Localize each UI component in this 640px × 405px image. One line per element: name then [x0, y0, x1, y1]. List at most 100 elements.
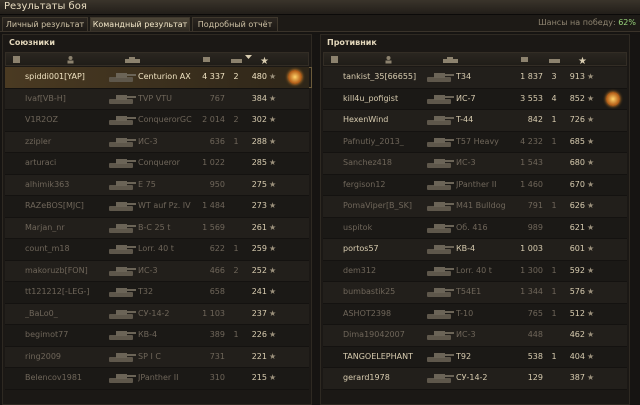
- xp-value: 680: [569, 158, 585, 167]
- player-name: makoruzb[FON]: [25, 265, 88, 275]
- xp-star-icon[interactable]: ★: [578, 55, 587, 64]
- player-row[interactable]: gerard1978 СУ-14-2 129 387 ★: [323, 368, 627, 390]
- player-row[interactable]: HexenWind T-44 842 1 726 ★: [323, 110, 627, 132]
- tank-name: T92: [456, 351, 472, 361]
- tank-icon: [427, 331, 454, 340]
- tab-team-result[interactable]: Командный результат: [90, 17, 190, 31]
- tank-icon: [427, 180, 454, 190]
- xp-value: 387: [569, 373, 585, 382]
- xp-star-icon[interactable]: ★: [260, 55, 269, 64]
- xp-value: 302: [251, 115, 267, 124]
- player-row[interactable]: Marjan_nr B-C 25 t 1 569 261 ★: [5, 217, 309, 239]
- player-row[interactable]: tt121212[-LEG-] T32 658 241 ★: [5, 282, 309, 304]
- tank-name: M41 Bulldog: [456, 201, 506, 210]
- damage-value: 1 543: [520, 158, 543, 167]
- xp-value: 592: [569, 265, 585, 275]
- kills-value: 1: [233, 136, 239, 146]
- tank-name: ИС-3: [456, 330, 476, 339]
- xp-value: 480: [251, 72, 267, 81]
- xp-star-icon: ★: [587, 93, 595, 103]
- player-name: zzipler: [25, 136, 52, 146]
- tab-detailed-report[interactable]: Подробный отчёт: [192, 17, 278, 31]
- player-row[interactable]: ASHOT2398 T-10 765 1 512 ★: [323, 303, 627, 325]
- damage-value: 4 232: [520, 136, 543, 146]
- player-row[interactable]: zzipler ИС-3 636 1 288 ★: [5, 131, 309, 153]
- player-row[interactable]: count_m18 Lorr. 40 t 622 1 259 ★: [5, 239, 309, 261]
- tank-icon: [109, 374, 136, 383]
- player-row[interactable]: makoruzb[FON] ИС-3 466 2 252 ★: [5, 260, 309, 282]
- tank-icon: [427, 266, 454, 276]
- player-row[interactable]: V1R2OZ ConquerorGC 2 014 2 302 ★: [5, 110, 309, 132]
- tank-name: СУ-14-2: [138, 308, 170, 318]
- damage-icon[interactable]: [520, 55, 529, 64]
- player-row[interactable]: RAZeBOS[MJC] WT auf Pz. IV 1 484 273 ★: [5, 196, 309, 218]
- allies-header: Союзники: [3, 35, 311, 49]
- player-row[interactable]: bumbastik25 T54E1 1 344 1 576 ★: [323, 282, 627, 304]
- tank-icon[interactable]: [124, 55, 142, 64]
- tank-icon: [109, 266, 136, 276]
- player-row[interactable]: ring2009 SP I C 731 221 ★: [5, 346, 309, 368]
- kills-icon[interactable]: [230, 55, 244, 64]
- sort-icon[interactable]: [244, 53, 253, 62]
- vehicle-type-icon[interactable]: [12, 55, 21, 64]
- player-name: V1R2OZ: [25, 115, 58, 124]
- svg-text:★: ★: [578, 56, 587, 64]
- player-row[interactable]: portos57 КВ-4 1 003 601 ★: [323, 239, 627, 261]
- tank-name: ИС-3: [138, 136, 158, 146]
- win-chance-value: 62%: [618, 18, 636, 27]
- damage-value: 658: [209, 287, 225, 296]
- player-row[interactable]: Pafnutiy_2013_ T57 Heavy 4 232 1 685 ★: [323, 131, 627, 153]
- player-row[interactable]: TANGOELEPHANT T92 538 1 404 ★: [323, 346, 627, 368]
- tank-name: Conqueror: [138, 158, 180, 167]
- tank-icon[interactable]: [442, 55, 460, 64]
- player-row[interactable]: arturaci Conqueror 1 022 285 ★: [5, 153, 309, 175]
- xp-star-icon: ★: [587, 179, 595, 189]
- xp-star-icon: ★: [269, 115, 277, 124]
- player-row[interactable]: Belencov1981 JPanther II 310 215 ★: [5, 368, 309, 390]
- player-row[interactable]: Sanchez418 ИС-3 1 543 680 ★: [323, 153, 627, 175]
- xp-value: 226: [251, 330, 267, 339]
- player-row[interactable]: dem312 Lorr. 40 t 1 300 1 592 ★: [323, 260, 627, 282]
- player-row[interactable]: PomaViper[B_SK] M41 Bulldog 791 1 626 ★: [323, 196, 627, 218]
- kills-value: 1: [551, 351, 557, 361]
- tank-name: WT auf Pz. IV: [138, 201, 191, 210]
- player-row[interactable]: tankist_35[66655] T34 1 837 3 913 ★: [323, 67, 627, 89]
- damage-value: 1 484: [202, 201, 225, 210]
- kills-icon[interactable]: [548, 55, 562, 64]
- player-row[interactable]: spiddi001[YAP] Centurion AX 4 337 2 480 ★: [5, 67, 309, 89]
- enemies-panel: Противник ★ tankist_35[66655] T34 1 837 3 91…: [320, 34, 630, 405]
- damage-value: 466: [209, 265, 225, 275]
- kills-value: 2: [233, 265, 239, 275]
- xp-star-icon: ★: [587, 222, 595, 232]
- tank-name: E 75: [138, 179, 156, 189]
- tank-name: T-10: [456, 308, 474, 318]
- win-chance-label: Шансы на победу:: [538, 18, 616, 27]
- kills-value: 1: [551, 308, 557, 318]
- player-row[interactable]: alhimik363 E 75 950 275 ★: [5, 174, 309, 196]
- xp-star-icon: ★: [269, 244, 277, 253]
- damage-value: 1 003: [520, 244, 543, 253]
- tank-icon: [427, 288, 454, 297]
- player-row[interactable]: _BaLo0_ СУ-14-2 1 103 237 ★: [5, 303, 309, 325]
- damage-value: 310: [209, 373, 225, 382]
- player-name: count_m18: [25, 244, 70, 253]
- xp-value: 621: [569, 222, 585, 232]
- player-name: tt121212[-LEG-]: [25, 287, 90, 296]
- player-row[interactable]: uspitok Об. 416 989 621 ★: [323, 217, 627, 239]
- player-icon[interactable]: [66, 55, 75, 64]
- player-row[interactable]: Ivaf[VB-H] TVP VTU 767 384 ★: [5, 88, 309, 110]
- tank-name: Centurion AX: [138, 72, 191, 81]
- player-row[interactable]: begimot77 КВ-4 389 1 226 ★: [5, 325, 309, 347]
- damage-icon[interactable]: [202, 55, 211, 64]
- xp-value: 852: [569, 93, 585, 103]
- player-row[interactable]: kill4u_pofigist ИС-7 3 553 4 852 ★: [323, 88, 627, 110]
- tab-personal-result[interactable]: Личный результат: [2, 17, 88, 31]
- xp-star-icon: ★: [269, 222, 277, 232]
- xp-value: 259: [251, 244, 267, 253]
- vehicle-type-icon[interactable]: [330, 55, 339, 64]
- player-row[interactable]: fergison12 JPanther II 1 460 670 ★: [323, 174, 627, 196]
- xp-star-icon: ★: [269, 201, 277, 210]
- player-row[interactable]: Dima19042007 ИС-3 448 462 ★: [323, 325, 627, 347]
- damage-value: 1 837: [520, 72, 543, 81]
- player-icon[interactable]: [384, 55, 393, 64]
